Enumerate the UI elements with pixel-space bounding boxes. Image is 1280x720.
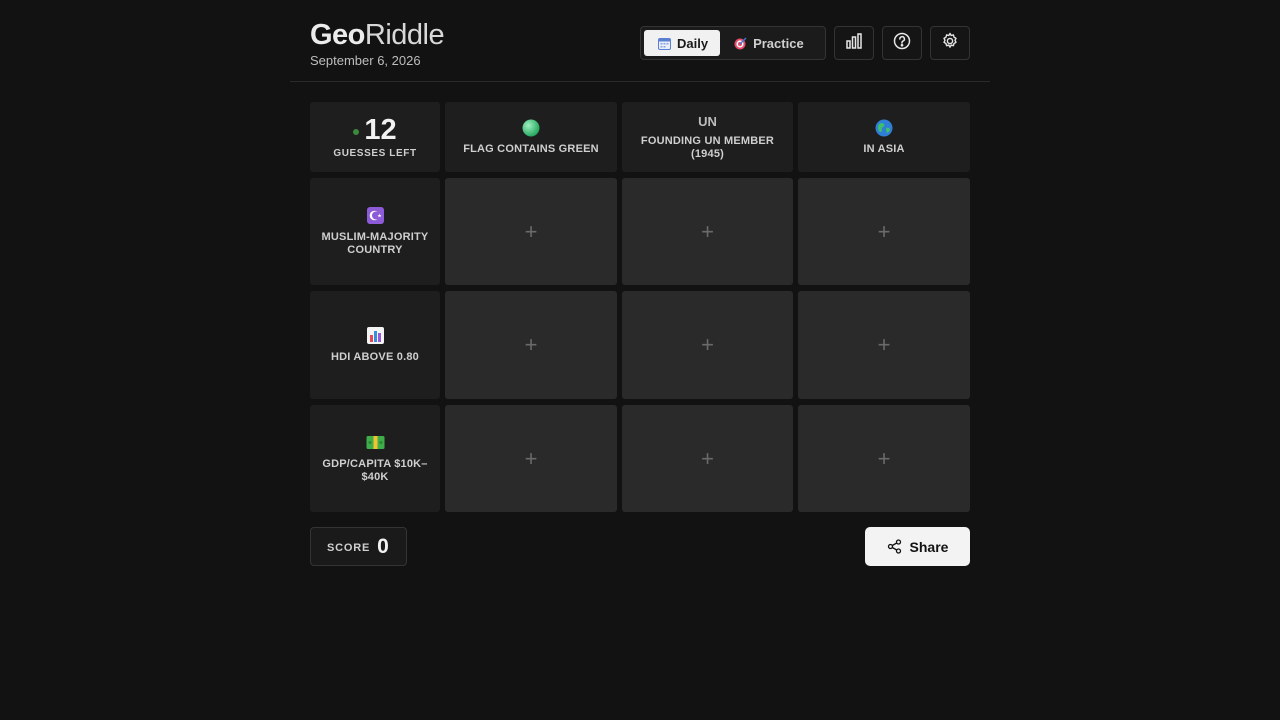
gear-icon	[941, 32, 959, 55]
target-icon	[734, 37, 747, 50]
guesses-left-counter: 12 GUESSES LEFT	[310, 102, 440, 172]
add-icon: +	[524, 218, 538, 244]
add-icon: +	[701, 445, 714, 471]
stats-button[interactable]	[834, 26, 874, 60]
row-label-2: HDI ABOVE 0.80	[331, 350, 419, 363]
guesses-left-label: GUESSES LEFT	[333, 148, 417, 159]
star-crescent-icon	[366, 207, 384, 225]
settings-button[interactable]	[930, 26, 970, 60]
row-label-1: MUSLIM-MAJORITY COUNTRY	[321, 230, 429, 256]
money-icon	[366, 434, 385, 452]
calendar-icon	[658, 37, 671, 50]
column-label-2: FOUNDING UN MEMBER (1945)	[640, 134, 775, 160]
practice-mode-button[interactable]: Practice	[720, 30, 816, 56]
status-dot	[353, 129, 360, 135]
add-icon: +	[877, 445, 891, 471]
logo-bold-text: Geo	[310, 19, 365, 51]
grid-cell-r3-c2[interactable]: +	[622, 405, 793, 512]
row-label-3: GDP/CAPITA $10K–$40K	[322, 457, 428, 483]
score-badge: SCORE 0	[310, 527, 407, 566]
puzzle-date: September 6, 2026	[310, 53, 421, 68]
add-icon: +	[701, 218, 714, 244]
column-label-1: FLAG CONTAINS GREEN	[463, 142, 599, 155]
daily-mode-label: Daily	[677, 35, 709, 51]
app-header: GeoRiddle September 6, 2026 Daily Practi…	[290, 0, 990, 82]
grid-cell-r3-c1[interactable]: +	[445, 405, 617, 512]
grid-cell-r1-c2[interactable]: +	[622, 178, 793, 285]
mode-toggle: Daily Practice	[640, 26, 826, 60]
daily-mode-button[interactable]: Daily	[644, 30, 721, 56]
brand: GeoRiddle September 6, 2026	[310, 18, 445, 68]
share-icon	[887, 539, 902, 554]
add-icon: +	[524, 332, 538, 357]
row-header-1: MUSLIM-MAJORITY COUNTRY	[310, 178, 440, 285]
logo-light-text: Riddle	[364, 19, 445, 51]
row-header-2: HDI ABOVE 0.80	[310, 291, 440, 399]
grid-cell-r2-c3[interactable]: +	[798, 291, 970, 399]
grid-cell-r2-c1[interactable]: +	[445, 291, 617, 399]
help-button[interactable]	[882, 26, 922, 60]
score-value: 0	[377, 534, 389, 558]
column-header-2: UN FOUNDING UN MEMBER (1945)	[622, 102, 793, 172]
green-circle-icon	[522, 119, 540, 137]
globe-icon	[875, 119, 893, 137]
grid-cell-r2-c2[interactable]: +	[622, 291, 793, 399]
column-header-1: FLAG CONTAINS GREEN	[445, 102, 617, 172]
add-icon: +	[524, 445, 538, 471]
counter-value-wrap: 12	[353, 114, 397, 146]
share-label: Share	[909, 538, 949, 555]
column-header-3: IN ASIA	[798, 102, 970, 172]
question-circle-icon	[893, 32, 911, 55]
column-label-3: IN ASIA	[863, 142, 905, 155]
grid-cell-r1-c3[interactable]: +	[798, 178, 970, 285]
bar-chart-emoji-icon	[366, 327, 384, 345]
share-button[interactable]: Share	[865, 527, 970, 566]
guesses-left-value: 12	[364, 114, 397, 146]
add-icon: +	[877, 332, 891, 357]
un-icon: UN	[698, 113, 717, 129]
grid-cell-r1-c1[interactable]: +	[445, 178, 617, 285]
grid-cell-r3-c3[interactable]: +	[798, 405, 970, 512]
puzzle-grid: 12 GUESSES LEFT FLAG CONTAINS GREEN UN F…	[310, 102, 970, 512]
add-icon: +	[877, 218, 891, 244]
add-icon: +	[701, 332, 714, 357]
practice-mode-label: Practice	[753, 35, 804, 51]
bar-chart-icon	[845, 32, 863, 55]
row-header-3: GDP/CAPITA $10K–$40K	[310, 405, 440, 512]
score-label: SCORE	[327, 542, 371, 554]
app-logo: GeoRiddle	[310, 18, 445, 52]
